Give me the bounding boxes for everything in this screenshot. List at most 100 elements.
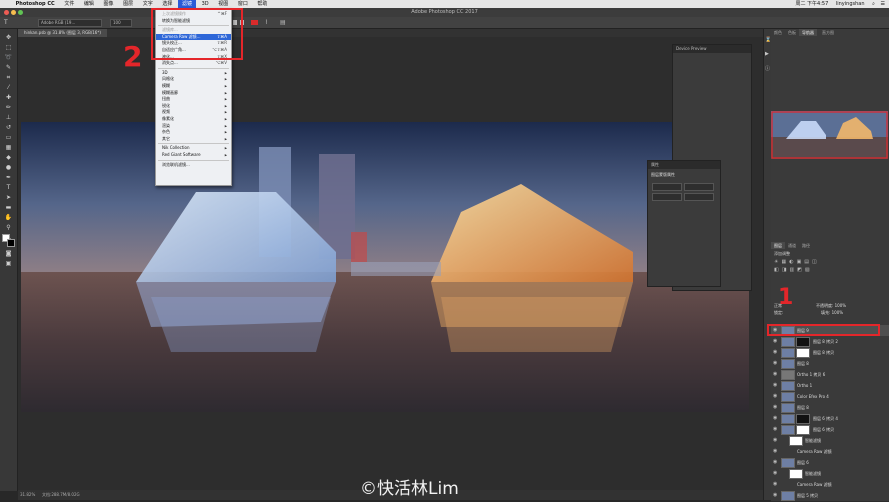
eraser-tool-icon[interactable]: ▭ [4, 135, 13, 141]
lasso-tool-icon[interactable]: ➰ [4, 55, 13, 61]
tab-histogram[interactable]: 直方图 [819, 29, 837, 36]
healing-brush-tool-icon[interactable]: ✚ [4, 95, 13, 101]
tab-layers[interactable]: 图层 [771, 242, 785, 249]
quick-select-tool-icon[interactable]: ✎ [4, 65, 13, 71]
mask-x-field[interactable] [652, 193, 682, 201]
search-icon[interactable]: ⌕ [872, 1, 875, 7]
menubar-app-name[interactable]: Photoshop CC [12, 0, 59, 8]
filter-menu-item[interactable]: 模糊 ▶ [156, 83, 231, 89]
mask-width-field[interactable] [652, 183, 682, 191]
zoom-level[interactable]: 31.82% [20, 490, 35, 500]
hand-tool-icon[interactable]: ✋ [4, 215, 13, 221]
visibility-eye-icon[interactable]: ◉ [773, 481, 778, 487]
layer-mask-thumbnail[interactable] [796, 348, 810, 358]
mask-y-field[interactable] [684, 193, 714, 201]
fill-field[interactable]: 填充: 100% [821, 310, 843, 316]
opacity-field[interactable]: 不透明度: 100% [816, 303, 846, 309]
filter-menu-item[interactable]: 其它 ▶ [156, 136, 231, 142]
filter-menu-item[interactable]: 视频 ▶ [156, 109, 231, 115]
visibility-eye-icon[interactable]: ◉ [773, 404, 778, 410]
zoom-window-button[interactable] [18, 10, 23, 15]
visibility-eye-icon[interactable]: ◉ [773, 382, 778, 388]
menu-view[interactable]: 视图 [214, 0, 232, 8]
layer-mask-thumbnail[interactable] [796, 337, 810, 347]
tab-color[interactable]: 颜色 [771, 29, 785, 36]
tab-swatches[interactable]: 色板 [785, 29, 799, 36]
menu-window[interactable]: 窗口 [234, 0, 252, 8]
layer-mask-thumbnail[interactable] [796, 425, 810, 435]
adjustment-icons[interactable]: ☀▦◐▣▤◫ [774, 259, 820, 265]
menu-type[interactable]: 文字 [139, 0, 157, 8]
menu-filter[interactable]: 滤镜 [177, 0, 196, 8]
crop-tool-icon[interactable]: ⌗ [4, 75, 13, 81]
layer-mask-thumbnail[interactable] [796, 414, 810, 424]
dodge-tool-icon[interactable]: ● [4, 165, 13, 171]
layer-row[interactable]: ◉ 图层 5 拷贝 [771, 490, 889, 502]
filter-menu-item[interactable]: 锐化 ▶ [156, 103, 231, 109]
gradient-tool-icon[interactable]: ▦ [4, 145, 13, 151]
visibility-eye-icon[interactable]: ◉ [773, 448, 778, 454]
history-brush-tool-icon[interactable]: ↺ [4, 125, 13, 131]
filter-menu-item[interactable]: 扭曲 ▶ [156, 96, 231, 102]
visibility-eye-icon[interactable]: ◉ [773, 459, 778, 465]
shape-tool-icon[interactable]: ▬ [4, 205, 13, 211]
menu-file[interactable]: 文件 [60, 0, 78, 8]
menu-list-icon[interactable]: ☰ [881, 1, 885, 7]
filter-menu-item[interactable]: 风格化 ▶ [156, 76, 231, 82]
close-window-button[interactable] [4, 10, 9, 15]
filter-menu-item[interactable]: Red Giant Software ▶ [156, 152, 231, 158]
clone-stamp-tool-icon[interactable]: ⊥ [4, 115, 13, 121]
marquee-tool-icon[interactable]: ⬚ [4, 45, 13, 51]
user-name[interactable]: linyingshan [836, 1, 865, 7]
screen-mode-icon[interactable]: ▣ [4, 261, 13, 267]
document-tab[interactable]: hinkan.psb @ 31.8% (图层 3, RGB/16*) [18, 29, 107, 37]
visibility-eye-icon[interactable]: ◉ [773, 492, 778, 498]
tab-navigator[interactable]: 导航器 [799, 29, 817, 36]
navigator-thumbnail[interactable] [771, 111, 888, 159]
filter-menu-item[interactable]: 渲染 ▶ [156, 123, 231, 129]
smart-filter-mask-thumbnail[interactable] [789, 436, 803, 446]
menu-select[interactable]: 选择 [158, 0, 176, 8]
eyedropper-tool-icon[interactable]: ⁄ [4, 85, 13, 91]
move-tool-icon[interactable]: ✥ [4, 35, 13, 41]
type-tool-icon[interactable]: T [4, 19, 8, 26]
pen-tool-icon[interactable]: ✒ [4, 175, 13, 181]
filter-menu-item[interactable]: 像素化 ▶ [156, 116, 231, 122]
filter-menu-item[interactable]: 模糊画廊 ▶ [156, 90, 231, 96]
visibility-eye-icon[interactable]: ◉ [773, 426, 778, 432]
visibility-eye-icon[interactable]: ◉ [773, 349, 778, 355]
filter-menu-item[interactable]: Nik Collection ▶ [156, 145, 231, 151]
minimize-window-button[interactable] [11, 10, 16, 15]
tab-channels[interactable]: 通道 [785, 242, 799, 249]
visibility-eye-icon[interactable]: ◉ [773, 338, 778, 344]
menu-3d[interactable]: 3D [198, 0, 213, 8]
actions-panel-icon[interactable]: ▶ [765, 51, 769, 57]
filter-menu-item[interactable]: 浏览联机滤镜... [156, 162, 231, 168]
menu-help[interactable]: 帮助 [253, 0, 271, 8]
filter-menu-item[interactable]: 消失点... ⌥⌘V [156, 60, 231, 66]
warp-text-icon[interactable]: ⌇ [265, 19, 268, 26]
preset-dropdown[interactable]: Adobe RGB (19... [38, 19, 102, 27]
filter-menu-item[interactable]: 杂色 ▶ [156, 129, 231, 135]
visibility-eye-icon[interactable]: ◉ [773, 371, 778, 377]
visibility-eye-icon[interactable]: ◉ [773, 415, 778, 421]
visibility-eye-icon[interactable]: ◉ [773, 437, 778, 443]
visibility-eye-icon[interactable]: ◉ [773, 393, 778, 399]
filter-menu-item[interactable]: 3D ▶ [156, 70, 231, 76]
quick-mask-icon[interactable]: ◙ [4, 251, 13, 257]
tab-paths[interactable]: 路径 [799, 242, 813, 249]
menu-layer[interactable]: 图层 [119, 0, 137, 8]
adjustment-icons-row2[interactable]: ◧◨▥◩▧ [774, 267, 813, 273]
background-color-swatch[interactable] [7, 239, 15, 247]
visibility-eye-icon[interactable]: ◉ [773, 470, 778, 476]
path-select-tool-icon[interactable]: ➤ [4, 195, 13, 201]
brush-tool-icon[interactable]: ✏ [4, 105, 13, 111]
smart-filter-mask-thumbnail[interactable] [789, 469, 803, 479]
size-field[interactable]: 100 [110, 19, 132, 27]
text-color-swatch[interactable] [251, 20, 258, 25]
menu-edit[interactable]: 编辑 [80, 0, 98, 8]
blur-tool-icon[interactable]: ◆ [4, 155, 13, 161]
type-tool-icon[interactable]: T [4, 185, 13, 191]
info-panel-icon[interactable]: ⓘ [765, 65, 770, 72]
panels-toggle-icon[interactable]: ▤ [280, 19, 286, 26]
